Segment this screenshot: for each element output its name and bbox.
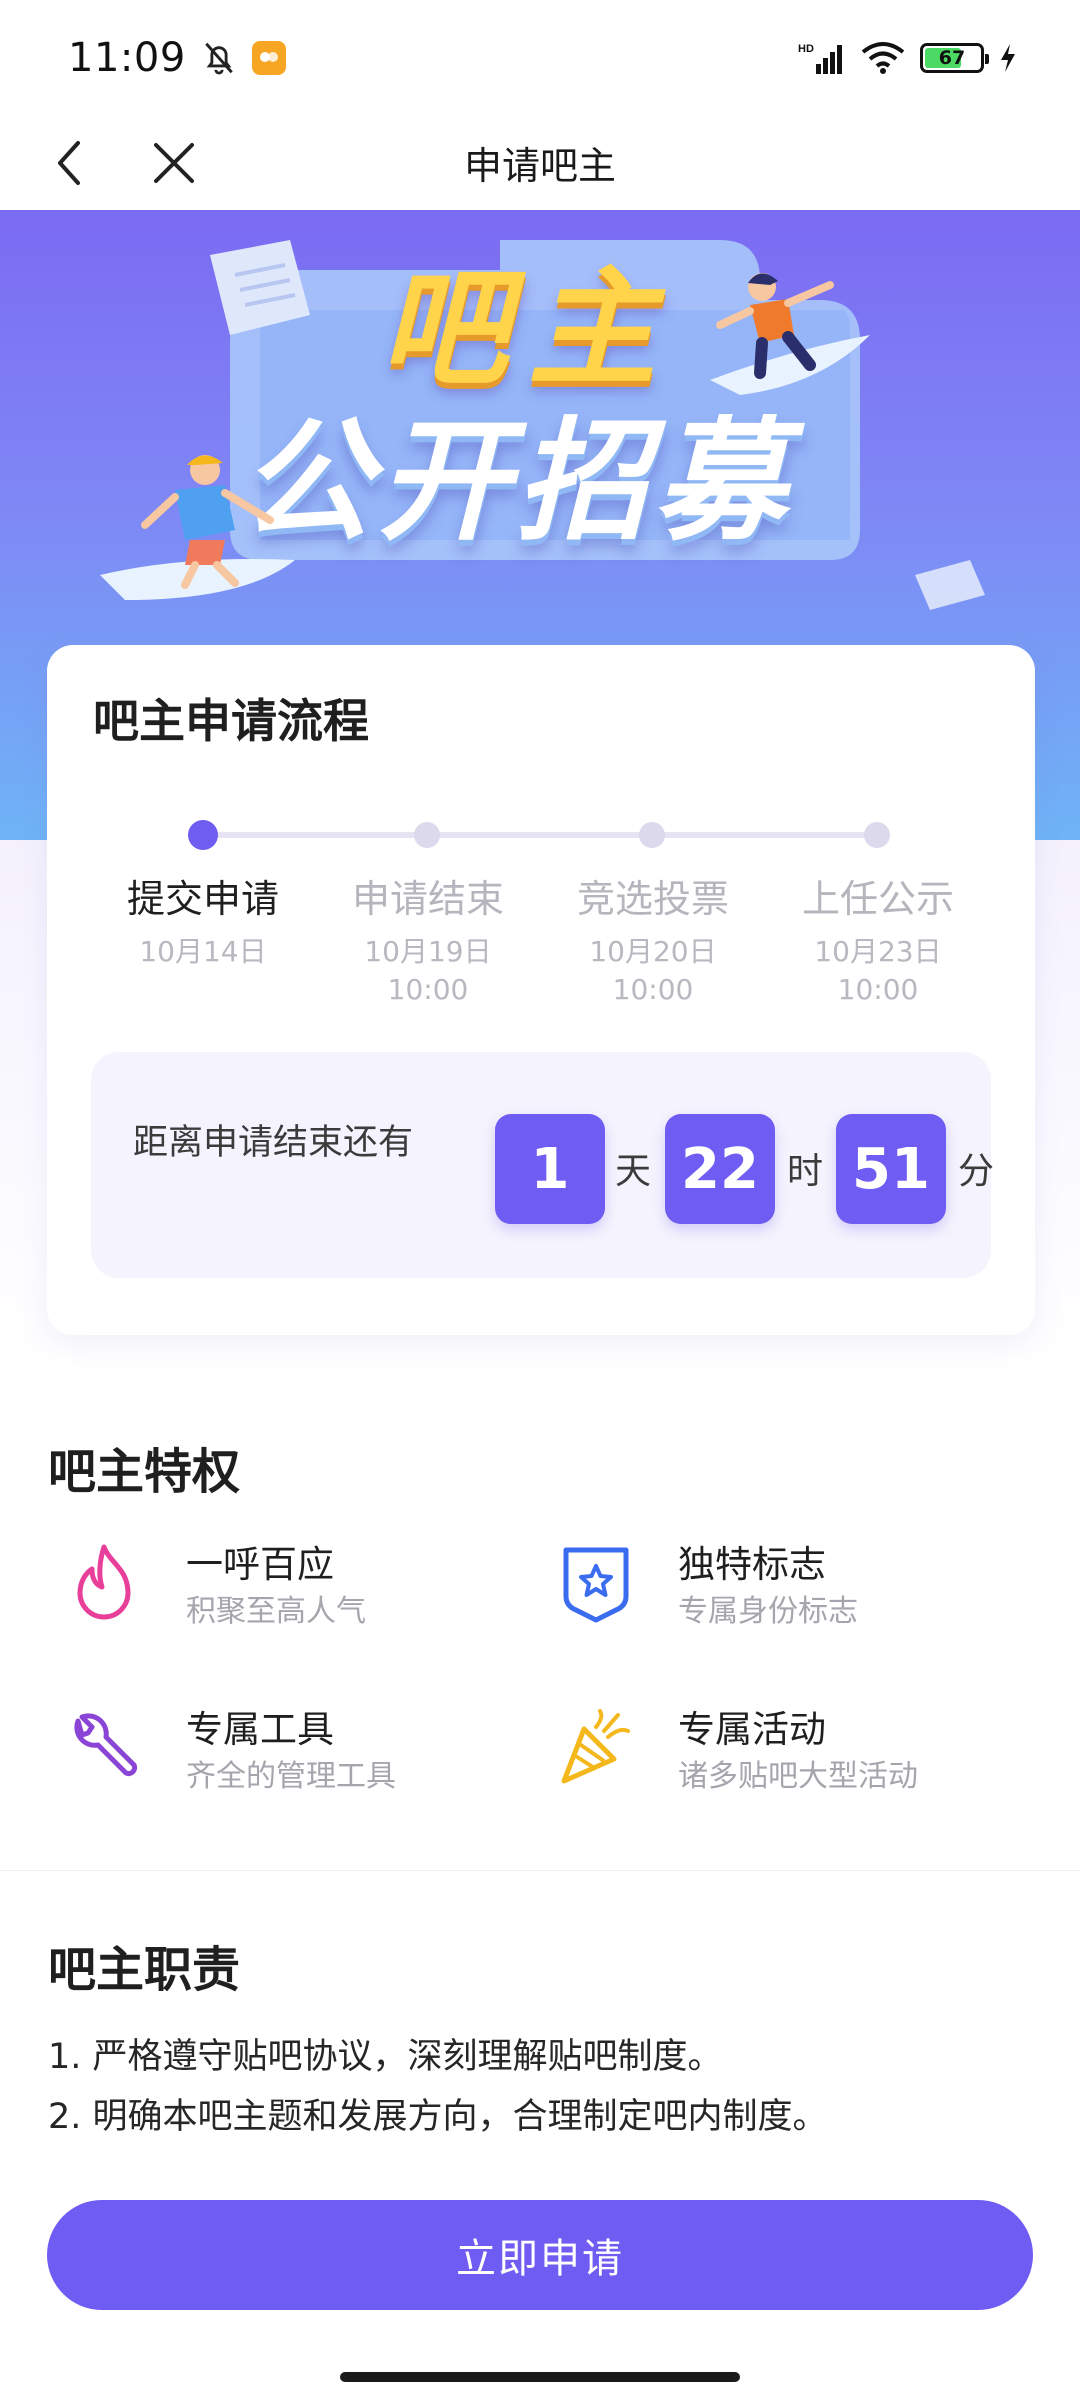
- back-button[interactable]: [42, 135, 98, 191]
- wrench-icon: [62, 1705, 146, 1789]
- countdown-day-unit: 天: [615, 1151, 652, 1192]
- app-badge-icon: [251, 40, 286, 75]
- battery-level: 67: [938, 46, 966, 69]
- hd-signal-icon: HD: [798, 43, 842, 74]
- duty-item: 2. 明确本吧主题和发展方向，合理制定吧内制度。: [48, 2097, 828, 2137]
- countdown-hour-unit: 时: [787, 1151, 824, 1192]
- privilege-item: 独特标志 专属身份标志: [554, 1540, 858, 1634]
- party-popper-icon: [554, 1705, 638, 1789]
- status-time: 11:09: [68, 34, 186, 81]
- privilege-item: 专属工具 齐全的管理工具: [62, 1705, 396, 1799]
- privilege-subtitle: 专属身份标志: [678, 1594, 858, 1629]
- timeline-dot-active: [188, 820, 218, 850]
- privilege-title: 专属活动: [678, 1708, 826, 1751]
- privilege-title: 一呼百应: [186, 1543, 334, 1586]
- bell-off-icon: [205, 42, 233, 74]
- step-name: 申请结束: [351, 877, 504, 921]
- privileges-title: 吧主特权: [48, 1444, 241, 1500]
- step-name: 提交申请: [126, 877, 279, 921]
- timeline-dot: [639, 822, 665, 848]
- step-time: 10:00: [837, 973, 919, 1006]
- step-time: 10:00: [387, 973, 469, 1006]
- wifi-icon: [861, 41, 905, 74]
- close-icon: [154, 143, 194, 183]
- timeline-track: [203, 832, 879, 838]
- home-indicator[interactable]: [340, 2372, 740, 2382]
- chevron-left-icon: [58, 141, 80, 185]
- timeline-dot: [414, 822, 440, 848]
- step-date: 10月23日: [814, 935, 942, 968]
- close-button[interactable]: [146, 135, 202, 191]
- step-apply-end: 申请结束 10月19日 10:00: [328, 873, 528, 1009]
- section-divider: [0, 1870, 1080, 1871]
- nav-bar: 申请吧主: [0, 115, 1080, 210]
- privilege-item: 专属活动 诸多贴吧大型活动: [554, 1705, 918, 1799]
- process-card: 吧主申请流程 提交申请 10月14日 申请结束 10月19日 10:00 竞选投…: [47, 645, 1035, 1335]
- flame-icon: [62, 1540, 146, 1624]
- battery-icon: 67: [920, 42, 989, 73]
- timeline-dot: [864, 822, 890, 848]
- countdown-label: 距离申请结束还有: [133, 1123, 414, 1163]
- step-date: 10月20日: [589, 935, 717, 968]
- countdown-minutes: 51: [836, 1114, 946, 1224]
- duties-title: 吧主职责: [48, 1942, 241, 1998]
- countdown-hours: 22: [665, 1114, 775, 1224]
- status-left: 11:09: [68, 35, 286, 81]
- step-name: 竞选投票: [576, 877, 729, 921]
- paper-icon: [915, 560, 985, 610]
- step-announce: 上任公示 10月23日 10:00: [778, 873, 978, 1009]
- step-submit: 提交申请 10月14日: [103, 873, 303, 971]
- step-name: 上任公示: [801, 877, 954, 921]
- apply-now-button[interactable]: 立即申请: [47, 2200, 1033, 2310]
- privilege-title: 专属工具: [186, 1708, 334, 1751]
- step-time: 10:00: [612, 973, 694, 1006]
- status-right: HD 67: [798, 40, 1018, 76]
- privilege-item: 一呼百应 积聚至高人气: [62, 1540, 366, 1634]
- step-date: 10月14日: [139, 935, 267, 968]
- privilege-subtitle: 齐全的管理工具: [186, 1759, 396, 1794]
- countdown-days: 1: [495, 1114, 605, 1224]
- svg-text:HD: HD: [798, 43, 814, 55]
- page-title: 申请吧主: [463, 144, 616, 188]
- charging-icon: [1001, 43, 1015, 72]
- paper-icon: [210, 240, 310, 335]
- status-bar: 11:09 HD 67: [0, 0, 1080, 115]
- privilege-subtitle: 诸多贴吧大型活动: [678, 1759, 918, 1794]
- surfer-illustration: [100, 455, 295, 600]
- countdown-box: 距离申请结束还有 1 天 22 时 51 分: [91, 1052, 995, 1278]
- step-date: 10月19日: [364, 935, 492, 968]
- privilege-title: 独特标志: [678, 1543, 826, 1586]
- star-badge-icon: [554, 1540, 638, 1624]
- step-vote: 竞选投票 10月20日 10:00: [553, 873, 753, 1009]
- duty-item: 1. 严格遵守贴吧协议，深刻理解贴吧制度。: [48, 2037, 723, 2077]
- privilege-subtitle: 积聚至高人气: [186, 1594, 366, 1629]
- countdown-minute-unit: 分: [958, 1151, 995, 1192]
- surfer-illustration: [710, 273, 870, 395]
- process-title: 吧主申请流程: [93, 694, 369, 748]
